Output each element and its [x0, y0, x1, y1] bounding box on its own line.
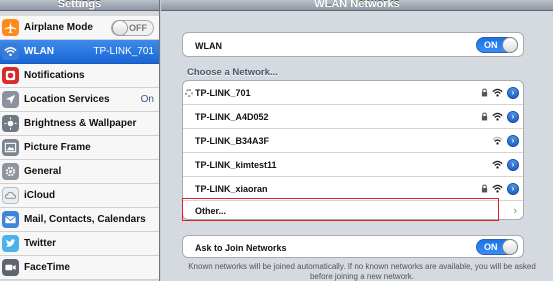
toggle-knob [112, 19, 128, 36]
sidebar-item-picture-frame[interactable]: Picture Frame [0, 136, 159, 160]
wlan-toggle-group: WLAN ON [182, 32, 524, 57]
choose-network-header: Choose a Network... [187, 67, 278, 78]
gear-icon [2, 163, 19, 180]
toggle-knob [502, 239, 518, 255]
sidebar-item-label: iCloud [24, 190, 56, 201]
lock-icon [481, 112, 488, 121]
wifi-signal-icon [492, 160, 503, 169]
wifi-signal-icon [492, 136, 503, 145]
sidebar-item-label: Location Services [24, 94, 110, 105]
sidebar-item-notifications[interactable]: Notifications [0, 64, 159, 88]
detail-disclosure-icon[interactable]: › [507, 110, 519, 123]
sidebar-item-label: Notifications [24, 70, 85, 81]
network-name: TP-LINK_A4D052 [195, 111, 269, 122]
lock-icon [481, 184, 488, 193]
sidebar-item-facetime[interactable]: FaceTime [0, 256, 159, 280]
network-name: TP-LINK_xiaoran [195, 183, 268, 194]
network-row[interactable]: TP-LINK_xiaoran › [183, 177, 523, 200]
chevron-right-icon: › [513, 205, 517, 217]
picture-frame-icon [2, 139, 19, 156]
other-network-label: Other... [195, 206, 227, 216]
sidebar-item-label: FaceTime [24, 262, 70, 273]
sidebar-item-wlan[interactable]: WLAN TP-LINK_701 [0, 40, 159, 64]
notifications-icon [2, 67, 19, 84]
page-title: WLAN Networks [161, 0, 553, 11]
sidebar-item-mail-contacts-calendars[interactable]: Mail, Contacts, Calendars [0, 208, 159, 232]
ask-to-join-group: Ask to Join Networks ON [182, 235, 524, 258]
network-status-icons: › [481, 110, 519, 123]
sidebar-title: Settings [0, 0, 159, 11]
network-status-icons: › [481, 86, 519, 99]
wlan-toggle[interactable]: ON [476, 37, 518, 53]
network-row[interactable]: TP-LINK_B34A3F › [183, 129, 523, 152]
wlan-row: WLAN ON [183, 33, 523, 58]
sidebar-item-value: TP-LINK_701 [93, 46, 154, 57]
detail-disclosure-icon[interactable]: › [507, 86, 519, 99]
toggle-state-label: ON [484, 242, 498, 252]
wlan-networks-pane: WLAN Networks WLAN ON Choose a Network..… [161, 0, 553, 281]
wlan-label: WLAN [195, 40, 222, 51]
sidebar-item-label: Brightness & Wallpaper [24, 118, 137, 129]
sidebar-item-general[interactable]: General [0, 160, 159, 184]
sidebar-item-label: General [24, 166, 62, 177]
sidebar-item-icloud[interactable]: iCloud [0, 184, 159, 208]
location-arrow-icon [2, 91, 19, 108]
sidebar-item-label: Picture Frame [24, 142, 91, 153]
lock-icon [481, 88, 488, 97]
sidebar-item-brightness-wallpaper[interactable]: Brightness & Wallpaper [0, 112, 159, 136]
other-network-row[interactable]: Other... › [183, 201, 523, 221]
network-row[interactable]: TP-LINK_701 › [183, 81, 523, 104]
network-name: TP-LINK_kimtest11 [195, 159, 277, 170]
toggle-state-label: ON [484, 40, 498, 50]
detail-disclosure-icon[interactable]: › [507, 134, 519, 147]
facetime-camera-icon [2, 259, 19, 276]
cloud-icon [2, 187, 19, 204]
network-row[interactable]: TP-LINK_kimtest11 › [183, 153, 523, 176]
wifi-signal-icon [492, 112, 503, 121]
network-status-icons: › [492, 134, 519, 147]
network-name: TP-LINK_701 [195, 87, 251, 98]
mail-icon [2, 211, 19, 228]
detail-disclosure-icon[interactable]: › [507, 182, 519, 195]
ask-to-join-toggle[interactable]: ON [476, 239, 518, 255]
ask-to-join-label: Ask to Join Networks [195, 242, 287, 253]
network-status-icons: › [481, 182, 519, 195]
brightness-icon [2, 115, 19, 132]
detail-disclosure-icon[interactable]: › [507, 158, 519, 171]
wifi-signal-icon [492, 88, 503, 97]
ask-to-join-row: Ask to Join Networks ON [183, 236, 523, 259]
toggle-knob [502, 37, 518, 53]
sidebar-item-location-services[interactable]: Location Services On [0, 88, 159, 112]
wifi-icon [2, 43, 19, 60]
sidebar-item-value: On [140, 94, 154, 105]
toggle-state-label: OFF [129, 22, 147, 33]
network-list: TP-LINK_701 › TP-LINK_A4D052 › TP-LINK_B… [182, 80, 524, 220]
network-row[interactable]: TP-LINK_A4D052 › [183, 105, 523, 128]
wifi-signal-icon [492, 184, 503, 193]
network-status-icons: › [492, 158, 519, 171]
sidebar-item-label: Mail, Contacts, Calendars [24, 214, 146, 225]
settings-sidebar: Settings Airplane Mode OFF WLAN TP-LINK_… [0, 0, 160, 281]
network-name: TP-LINK_B34A3F [195, 135, 270, 146]
airplane-icon [2, 19, 19, 36]
sidebar-item-label: WLAN [24, 46, 54, 57]
airplane-mode-toggle[interactable]: OFF [111, 19, 154, 36]
sidebar-item-label: Airplane Mode [24, 22, 93, 33]
twitter-bird-icon [2, 235, 19, 252]
connecting-spinner-icon [185, 88, 193, 97]
sidebar-item-label: Twitter [24, 238, 57, 249]
ask-to-join-footnote: Known networks will be joined automatica… [188, 262, 536, 281]
sidebar-item-airplane-mode[interactable]: Airplane Mode OFF [0, 16, 159, 40]
sidebar-item-twitter[interactable]: Twitter [0, 232, 159, 256]
